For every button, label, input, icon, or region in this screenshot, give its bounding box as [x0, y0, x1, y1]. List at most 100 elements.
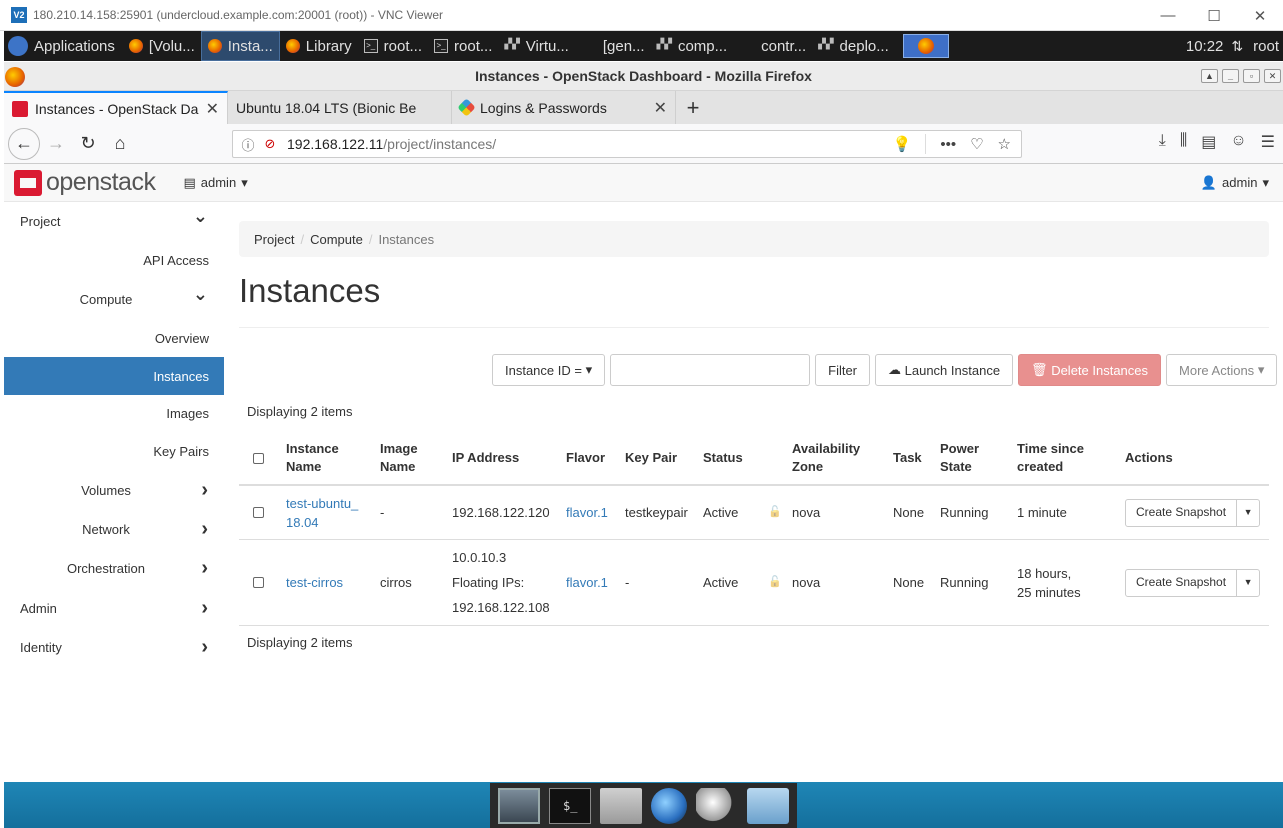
- library-icon[interactable]: ⫼: [1180, 132, 1187, 152]
- instance-name-link[interactable]: test-cirros: [286, 573, 343, 592]
- sidebar-item-identity[interactable]: Identity ›: [4, 628, 224, 666]
- taskbar-item[interactable]: Library: [280, 31, 358, 61]
- window-minimize-icon[interactable]: _: [1222, 69, 1239, 83]
- search-icon[interactable]: [695, 787, 738, 824]
- instance-name-link[interactable]: test-ubuntu_: [286, 494, 358, 513]
- column-header-line: Image: [380, 441, 418, 456]
- browser-tab[interactable]: Ubuntu 18.04 LTS (Bionic Be: [228, 91, 452, 124]
- create-snapshot-button[interactable]: Create Snapshot: [1126, 499, 1238, 526]
- folder-icon[interactable]: [746, 787, 789, 824]
- home-button[interactable]: ⌂: [104, 128, 136, 160]
- column-header[interactable]: Flavor: [566, 430, 624, 486]
- delete-instances-button[interactable]: 🗑 Delete Instances: [1018, 354, 1162, 386]
- row-checkbox[interactable]: [253, 577, 264, 588]
- taskbar-item[interactable]: [gen...: [575, 31, 651, 61]
- user-menu[interactable]: 👤 admin ▾: [1201, 175, 1269, 191]
- actions-dropdown-toggle[interactable]: ▼: [1237, 500, 1259, 526]
- flavor-link[interactable]: flavor.1: [566, 503, 608, 522]
- taskbar-item[interactable]: >_ root...: [358, 31, 428, 61]
- project-selector[interactable]: ▤ admin ▾: [183, 175, 247, 191]
- back-button[interactable]: ←: [8, 127, 40, 160]
- close-tab-icon[interactable]: ✕: [206, 99, 219, 119]
- web-browser-icon[interactable]: [650, 787, 687, 824]
- sidebar-item-orchestration[interactable]: Orchestration ›: [4, 549, 224, 587]
- show-desktop-icon[interactable]: [498, 787, 541, 824]
- column-header[interactable]: Image Name: [380, 430, 450, 486]
- launch-instance-button[interactable]: ☁ Launch Instance: [875, 354, 1014, 386]
- forward-button[interactable]: →: [40, 128, 72, 160]
- actions-dropdown-toggle[interactable]: ▼: [1237, 570, 1259, 596]
- taskbar-item[interactable]: contr...: [733, 31, 812, 61]
- sidebar-item-project[interactable]: Project ⌄: [4, 202, 224, 240]
- sidebar-item-volumes[interactable]: Volumes ›: [4, 471, 224, 509]
- taskbar-item[interactable]: ▞▞ comp...: [651, 31, 734, 61]
- close-tab-icon[interactable]: ✕: [654, 98, 667, 118]
- account-icon[interactable]: ☺: [1230, 132, 1246, 152]
- sidebar-item-instances[interactable]: Instances: [4, 357, 224, 395]
- sidebar-item-compute[interactable]: Compute ⌄: [4, 280, 224, 318]
- column-header[interactable]: Key Pair: [625, 430, 703, 486]
- taskbar-item[interactable]: [Volu...: [123, 31, 201, 61]
- panel-clock[interactable]: 10:22: [1186, 38, 1224, 55]
- bookmark-star-icon[interactable]: ☆: [998, 135, 1011, 153]
- more-actions-button[interactable]: More Actions ▾: [1166, 354, 1278, 386]
- url-bar[interactable]: ⓘ ⊘ 192.168.122.11/project/instances/ 💡 …: [232, 130, 1022, 158]
- window-shade-icon[interactable]: ▲: [1201, 69, 1218, 83]
- instance-name-link[interactable]: 18.04: [286, 513, 358, 532]
- caret-down-icon: ▾: [1257, 362, 1265, 377]
- terminal-icon[interactable]: $_: [549, 787, 592, 824]
- taskbar-item[interactable]: ▞▞ deplo...: [812, 31, 895, 61]
- pocket-icon[interactable]: ♡: [970, 135, 983, 153]
- site-info-icon[interactable]: ⓘ: [237, 135, 259, 154]
- applications-menu[interactable]: Applications: [4, 31, 123, 61]
- network-icon[interactable]: ⇅: [1231, 38, 1243, 55]
- column-header[interactable]: Instance Name: [286, 430, 376, 486]
- browser-tab[interactable]: Instances - OpenStack Da ✕: [4, 91, 228, 124]
- flavor-link[interactable]: flavor.1: [566, 573, 608, 592]
- url-text[interactable]: 192.168.122.11/project/instances/: [287, 136, 496, 152]
- column-header[interactable]: Status: [703, 430, 789, 486]
- reload-button[interactable]: ↻: [72, 128, 104, 160]
- sidebar-item-key-pairs[interactable]: Key Pairs: [4, 432, 224, 470]
- filter-input[interactable]: [610, 354, 811, 386]
- downloads-icon[interactable]: ⤓: [1159, 132, 1166, 152]
- openstack-logo[interactable]: openstack: [14, 168, 156, 197]
- column-header[interactable]: Availability Zone: [792, 430, 890, 486]
- column-header[interactable]: Task: [893, 430, 939, 486]
- column-header[interactable]: Actions: [1125, 430, 1265, 486]
- sidebar-item-admin[interactable]: Admin ›: [4, 589, 224, 627]
- sidebar-item-overview[interactable]: Overview: [4, 319, 224, 357]
- panel-user[interactable]: root: [1253, 38, 1279, 55]
- browser-tab[interactable]: Logins & Passwords ✕: [452, 91, 676, 124]
- taskbar-item[interactable]: >_ root...: [428, 31, 498, 61]
- taskbar-item[interactable]: ▞▞ Virtu...: [498, 31, 574, 61]
- create-snapshot-button[interactable]: Create Snapshot: [1126, 569, 1238, 596]
- select-all-checkbox[interactable]: [253, 452, 264, 464]
- insecure-lock-icon[interactable]: ⊘: [259, 136, 281, 152]
- column-header[interactable]: Power State: [940, 430, 1016, 486]
- filter-button[interactable]: Filter: [815, 354, 871, 386]
- column-header-label: Power State: [940, 440, 979, 476]
- sidebar-toggle-icon[interactable]: ▤: [1201, 132, 1216, 152]
- breadcrumb-project[interactable]: Project: [254, 232, 294, 247]
- page-actions-icon[interactable]: •••: [940, 136, 956, 153]
- window-close-icon[interactable]: ✕: [1264, 69, 1281, 83]
- taskbar-item[interactable]: Insta...: [200, 31, 280, 61]
- column-header[interactable]: IP Address: [452, 430, 562, 486]
- vnc-close-button[interactable]: ✕: [1237, 0, 1283, 31]
- new-tab-button[interactable]: +: [676, 91, 710, 124]
- filter-field-select[interactable]: Instance ID = ▾: [492, 354, 606, 386]
- column-header[interactable]: Time since created: [1017, 430, 1124, 486]
- menu-icon[interactable]: ☰: [1261, 132, 1275, 152]
- breadcrumb-compute[interactable]: Compute: [310, 232, 363, 247]
- sidebar-item-network[interactable]: Network ›: [4, 510, 224, 548]
- row-checkbox[interactable]: [253, 507, 264, 518]
- sidebar-item-images[interactable]: Images: [4, 394, 224, 432]
- window-maximize-icon[interactable]: ▫: [1243, 69, 1260, 83]
- vnc-maximize-button[interactable]: ☐: [1191, 0, 1237, 31]
- lightbulb-icon[interactable]: 💡: [893, 135, 912, 153]
- firefox-launcher-button[interactable]: [902, 34, 949, 58]
- vnc-minimize-button[interactable]: —: [1145, 0, 1191, 31]
- sidebar-item-api-access[interactable]: API Access: [4, 241, 224, 279]
- file-manager-icon[interactable]: [600, 787, 643, 824]
